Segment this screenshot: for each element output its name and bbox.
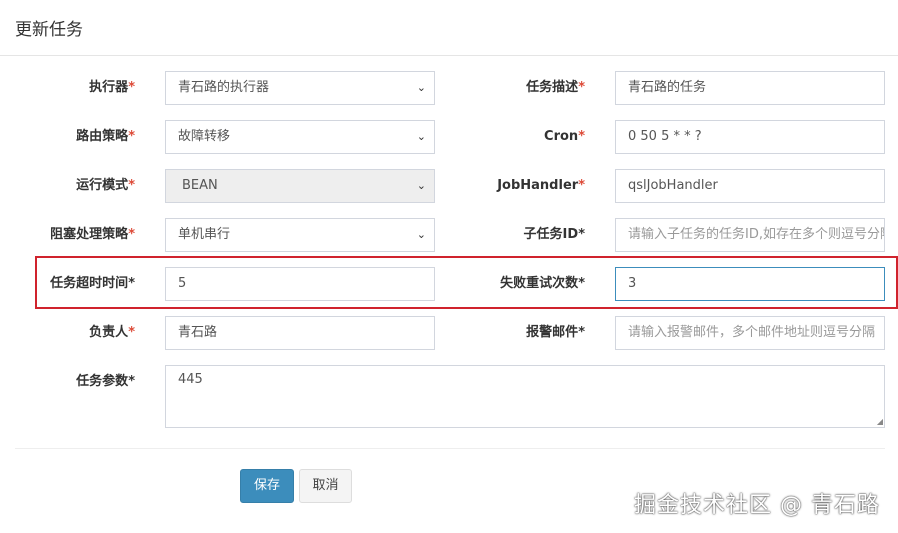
- block-label: 阻塞处理策略*: [50, 227, 135, 242]
- alarm-input[interactable]: 请输入报警邮件，多个邮件地址则逗号分隔: [615, 316, 885, 350]
- divider: [0, 55, 898, 56]
- save-button[interactable]: 保存: [240, 469, 294, 503]
- highlight-box: [35, 256, 898, 309]
- watermark: 掘金技术社区 @ 青石路: [634, 493, 880, 518]
- desc-label: 任务描述*: [526, 80, 585, 95]
- desc-input[interactable]: 青石路的任务: [615, 71, 885, 105]
- handler-input[interactable]: qslJobHandler: [615, 169, 885, 203]
- cron-input[interactable]: 0 50 5 * * ?: [615, 120, 885, 154]
- resize-handle-icon[interactable]: ◢: [877, 417, 883, 426]
- mode-label: 运行模式*: [76, 178, 135, 193]
- divider: [15, 448, 885, 449]
- author-label: 负责人*: [89, 325, 135, 340]
- cron-label: Cron*: [544, 129, 585, 144]
- dialog-title: 更新任务: [15, 20, 83, 40]
- param-label: 任务参数*: [76, 374, 135, 389]
- cancel-button[interactable]: 取消: [299, 469, 352, 503]
- route-label: 路由策略*: [76, 129, 135, 144]
- handler-label: JobHandler*: [497, 178, 585, 193]
- child-label: 子任务ID*: [523, 227, 585, 242]
- param-textarea[interactable]: 445 ◢: [165, 365, 885, 428]
- alarm-label: 报警邮件*: [526, 325, 585, 340]
- child-input[interactable]: 请输入子任务的任务ID,如存在多个则逗号分隔: [615, 218, 885, 252]
- executor-label: 执行器*: [89, 80, 135, 95]
